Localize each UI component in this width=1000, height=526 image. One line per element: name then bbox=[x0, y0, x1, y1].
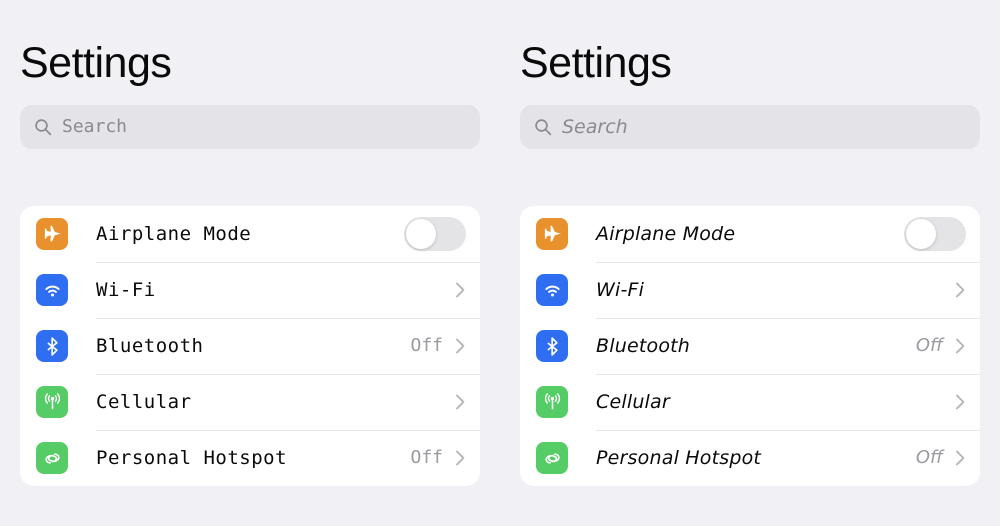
list-item-label: Personal Hotspot bbox=[596, 446, 762, 469]
list-item-label: Wi-Fi bbox=[96, 278, 156, 301]
list-item-label: Bluetooth bbox=[96, 334, 204, 357]
cellular-icon bbox=[536, 386, 568, 418]
hotspot-icon bbox=[36, 442, 68, 474]
search-input[interactable]: Search bbox=[20, 105, 480, 149]
settings-panel-left: Settings Search Airplane Mode Wi-Fi Blue… bbox=[20, 0, 480, 526]
list-item-airplane-mode[interactable]: Airplane Mode bbox=[20, 206, 480, 262]
bluetooth-icon bbox=[36, 330, 68, 362]
airplane-icon bbox=[536, 218, 568, 250]
list-item-label: Wi-Fi bbox=[596, 278, 645, 301]
chevron-right-icon bbox=[455, 337, 466, 355]
list-item-cellular[interactable]: Cellular bbox=[20, 374, 480, 430]
list-item-label: Cellular bbox=[596, 390, 670, 413]
wifi-icon bbox=[536, 274, 568, 306]
list-item-value: Off bbox=[410, 335, 443, 356]
airplane-mode-toggle[interactable] bbox=[404, 217, 466, 251]
list-item-personal-hotspot[interactable]: Personal Hotspot Off bbox=[520, 430, 980, 486]
search-placeholder: Search bbox=[62, 116, 128, 137]
chevron-right-icon bbox=[455, 281, 466, 299]
settings-card: Airplane Mode Wi-Fi Bluetooth Off Cellul… bbox=[520, 206, 980, 486]
list-item-cellular[interactable]: Cellular bbox=[520, 374, 980, 430]
bluetooth-icon bbox=[536, 330, 568, 362]
cellular-icon bbox=[36, 386, 68, 418]
chevron-right-icon bbox=[955, 449, 966, 467]
list-item-label: Bluetooth bbox=[596, 334, 691, 357]
settings-card: Airplane Mode Wi-Fi Bluetooth Off Cellul… bbox=[20, 206, 480, 486]
list-item-wifi[interactable]: Wi-Fi bbox=[20, 262, 480, 318]
page-title: Settings bbox=[20, 39, 172, 87]
wifi-icon bbox=[36, 274, 68, 306]
list-item-wifi[interactable]: Wi-Fi bbox=[520, 262, 980, 318]
hotspot-icon bbox=[536, 442, 568, 474]
list-item-value: Off bbox=[915, 447, 943, 468]
list-item-airplane-mode[interactable]: Airplane Mode bbox=[520, 206, 980, 262]
list-item-value: Off bbox=[410, 447, 443, 468]
airplane-icon bbox=[36, 218, 68, 250]
list-item-label: Airplane Mode bbox=[596, 222, 736, 245]
list-item-value: Off bbox=[915, 335, 943, 356]
search-icon bbox=[34, 118, 52, 136]
chevron-right-icon bbox=[955, 393, 966, 411]
list-item-personal-hotspot[interactable]: Personal Hotspot Off bbox=[20, 430, 480, 486]
toggle-knob bbox=[406, 219, 436, 249]
search-input[interactable]: Search bbox=[520, 105, 980, 149]
list-item-label: Cellular bbox=[96, 390, 192, 413]
page-title: Settings bbox=[520, 39, 672, 87]
chevron-right-icon bbox=[955, 281, 966, 299]
chevron-right-icon bbox=[455, 393, 466, 411]
search-placeholder: Search bbox=[562, 115, 628, 138]
chevron-right-icon bbox=[955, 337, 966, 355]
list-item-bluetooth[interactable]: Bluetooth Off bbox=[20, 318, 480, 374]
chevron-right-icon bbox=[455, 449, 466, 467]
airplane-mode-toggle[interactable] bbox=[904, 217, 966, 251]
search-icon bbox=[534, 118, 552, 136]
toggle-knob bbox=[906, 219, 936, 249]
settings-panel-right: Settings Search Airplane Mode Wi-Fi Blue… bbox=[520, 0, 980, 526]
list-item-label: Personal Hotspot bbox=[96, 446, 288, 469]
list-item-bluetooth[interactable]: Bluetooth Off bbox=[520, 318, 980, 374]
screen: Settings Search Airplane Mode Wi-Fi Blue… bbox=[0, 0, 1000, 526]
list-item-label: Airplane Mode bbox=[96, 222, 252, 245]
